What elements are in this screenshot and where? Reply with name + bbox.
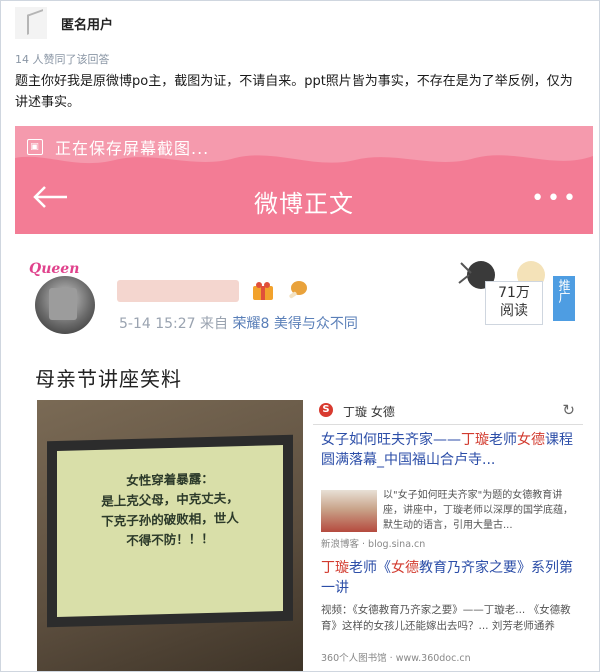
- search-bar[interactable]: S 丁璇 女德 ↻: [313, 398, 583, 425]
- search-results-panel: S 丁璇 女德 ↻ 女子如何旺夫齐家——丁璇老师女德课程圆满落幕_中国福山合卢寺…: [313, 398, 583, 671]
- result-1-title[interactable]: 女子如何旺夫齐家——丁璇老师女德课程圆满落幕_中国福山合卢寺...: [321, 430, 579, 470]
- read-count: 71万: [498, 285, 530, 301]
- projector-photo[interactable]: 女性穿着暴露： 是上克父母，中克丈夫， 下克子孙的破败相，世人 不得不防！！！: [37, 400, 303, 671]
- weibo-screenshot-image: ▣ 正在保存屏幕截图... 微博正文 ••• Queen 5-14 15:27 …: [15, 126, 593, 671]
- result-1-title-highlight: 女德: [517, 432, 545, 448]
- result-2-source: 360个人图书馆 · www.360doc.cn: [321, 653, 471, 664]
- post-from: 来自: [200, 316, 229, 332]
- result-2-snippet: 视频：《女德教育乃齐家之要》——丁璇老... 《女德教育》这样的女孩儿还能嫁出去…: [321, 604, 571, 632]
- saving-notice: ▣ 正在保存屏幕截图...: [27, 135, 209, 159]
- result-1-thumbnail[interactable]: [321, 490, 377, 532]
- result-2-title-part: 老师《: [349, 560, 391, 576]
- post-title: 母亲节讲座笑料: [35, 367, 182, 391]
- page-title: 微博正文: [254, 190, 354, 218]
- promote-button[interactable]: 推广: [553, 276, 575, 321]
- post-time: 5-14 15:27: [119, 316, 196, 332]
- result-1-snippet: 以"女子如何旺夫齐家"为题的女德教育讲座，讲座中，丁璇老师以深厚的国学底蕴，默生…: [383, 490, 573, 531]
- promote-label: 推广: [557, 279, 571, 303]
- queen-badge: Queen: [29, 261, 80, 277]
- post-meta: 5-14 15:27 来自 荣耀8 美得与众不同: [119, 313, 358, 333]
- saving-text: 正在保存屏幕截图...: [55, 139, 210, 158]
- weibo-top-bar: ▣ 正在保存屏幕截图... 微博正文 •••: [15, 126, 593, 234]
- answer-body: 题主你好我是原微博po主，截图为证，不请自来。ppt照片皆为事实，不存在是为了举…: [15, 74, 573, 110]
- result-1-source: 新浪博客 · blog.sina.cn: [321, 539, 426, 550]
- avatar-blur: [49, 288, 77, 320]
- result-1-title-part: 老师: [489, 432, 517, 448]
- refresh-icon[interactable]: ↻: [562, 401, 575, 419]
- anonymous-user-icon: [27, 9, 43, 35]
- result-1-title-part: 女子如何旺夫齐家——: [321, 432, 461, 448]
- projector-screen: 女性穿着暴露： 是上克父母，中克丈夫， 下克子孙的破败相，世人 不得不防！！！: [57, 445, 283, 617]
- username[interactable]: 匿名用户: [61, 14, 113, 33]
- anonymous-avatar[interactable]: [15, 7, 47, 39]
- drumstick-badge-icon[interactable]: [285, 278, 309, 302]
- read-count-badge: 71万 阅读: [485, 281, 543, 325]
- read-label: 阅读: [500, 303, 528, 319]
- image-icon: ▣: [27, 139, 43, 155]
- result-2-title-highlight: 丁璇: [321, 560, 349, 576]
- blurred-username[interactable]: [117, 280, 239, 302]
- poster-avatar[interactable]: [35, 276, 95, 334]
- post-source[interactable]: 荣耀8 美得与众不同: [232, 316, 357, 332]
- more-icon[interactable]: •••: [531, 186, 579, 211]
- result-2-title-highlight: 女德: [391, 560, 419, 576]
- search-query[interactable]: 丁璇 女德: [343, 403, 395, 420]
- slide-text: 女性穿着暴露： 是上克父母，中克丈夫， 下克子孙的破败相，世人 不得不防！！！: [57, 467, 283, 553]
- result-1-title-highlight: 丁璇: [461, 432, 489, 448]
- search-engine-logo-icon: S: [319, 403, 333, 417]
- likes-count[interactable]: 14 人赞同了该回答: [15, 51, 110, 67]
- gift-badge-icon[interactable]: [251, 280, 275, 302]
- answer-card: 匿名用户 14 人赞同了该回答 题主你好我是原微博po主，截图为证，不请自来。p…: [0, 0, 600, 672]
- projector-frame: 女性穿着暴露： 是上克父母，中克丈夫， 下克子孙的破败相，世人 不得不防！！！: [47, 434, 293, 628]
- result-2-title[interactable]: 丁璇老师《女德教育乃齐家之要》系列第一讲: [321, 558, 579, 598]
- answer-header: 匿名用户: [15, 7, 113, 39]
